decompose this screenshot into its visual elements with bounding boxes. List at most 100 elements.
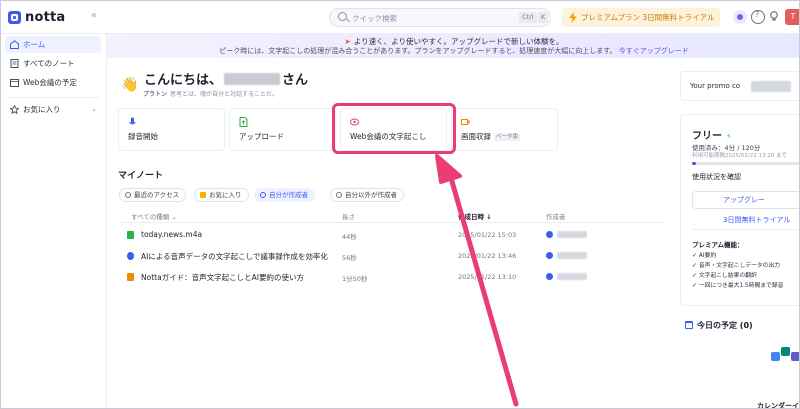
screen-record-card[interactable]: 画面収録 ベータ版: [451, 108, 558, 151]
column-creator: 作成者: [546, 213, 566, 221]
table-row[interactable]: AIによる音声データの文字起こしで議事録作成を効率化 56秒 2025/01/2…: [118, 247, 664, 267]
video-note-icon: [127, 273, 134, 281]
start-recording-card[interactable]: 録音開始: [118, 108, 225, 151]
column-type[interactable]: すべての種類 ⌄: [131, 211, 177, 221]
mic-icon: [129, 117, 136, 125]
promo-code-text: Your promo co: [690, 82, 741, 90]
meet-icon: [781, 347, 790, 356]
upgrade-banner: ➤ より速く、より使いやすく。アップグレードで新しい体験を。 ピーク時には、文字起…: [107, 34, 799, 58]
column-created[interactable]: 作成日時 ↓: [458, 211, 492, 221]
usage-reset-text: 利用可能期間2025/02/22 13:10 まで: [692, 153, 788, 159]
app-window: notta « クイック検索 Ctrl K プレミアムプラン 3日間無料トライア…: [0, 0, 800, 409]
ai-assistant-icon[interactable]: [733, 10, 747, 24]
table-row[interactable]: Nottaガイド：音声文字起こしとAI要約の使い方 1分50秒 2025/01/…: [118, 268, 664, 288]
home-icon: [10, 40, 19, 49]
star-icon: [200, 192, 206, 198]
redacted-creator: [557, 231, 587, 238]
creator-avatar: [546, 252, 553, 259]
sidebar-item-all-notes[interactable]: すべてのノート: [5, 55, 101, 72]
filter-created-by-others[interactable]: 自分以外が作成者: [330, 188, 404, 202]
teams-icon: [791, 352, 799, 361]
action-label-text: 画面収録: [461, 132, 491, 141]
note-length: 44秒: [342, 233, 357, 241]
sidebar-item-web-meetings[interactable]: Web会議の予定: [5, 74, 101, 91]
feature-item: 一回につき最大1.5時間まで録音: [692, 280, 784, 289]
filter-created-by-me[interactable]: 自分が作成者: [254, 188, 315, 202]
note-name: Nottaガイド：音声文字起こしとAI要約の使い方: [141, 273, 305, 282]
redacted-username: [224, 73, 281, 85]
note-length: 1分50秒: [342, 275, 368, 283]
banner-body: ピーク時には、文字起こしの処理が混み合うことがあります。プランをアップグレードす…: [107, 46, 799, 56]
sidebar: ホーム すべてのノート Web会議の予定 お気に入り ⌄: [1, 34, 107, 408]
upgrade-button[interactable]: アップグレー: [692, 191, 799, 209]
column-type-label: すべての種類: [131, 213, 170, 221]
beta-badge: ベータ版: [494, 133, 521, 141]
upgrade-now-link[interactable]: 今すぐアップグレード: [619, 47, 689, 55]
clock-icon: [125, 192, 131, 198]
upload-card[interactable]: アップロード: [229, 108, 336, 151]
filter-favorites[interactable]: お気に入り: [194, 188, 249, 202]
check-usage-link[interactable]: 使用状況を確認: [692, 172, 741, 182]
redacted-promo: [751, 81, 791, 92]
sidebar-divider: [7, 97, 99, 98]
note-icon: [10, 59, 19, 68]
greeting-suffix: さん: [282, 73, 309, 88]
screen-record-icon: [461, 119, 470, 125]
action-label: 画面収録 ベータ版: [461, 131, 521, 142]
collapse-sidebar-icon[interactable]: «: [91, 10, 97, 21]
table-divider: [118, 222, 664, 223]
creator-avatar: [546, 273, 553, 280]
chevron-down-icon[interactable]: ⌄: [91, 101, 97, 118]
filter-label: 自分が作成者: [269, 191, 308, 199]
filter-label: 自分以外が作成者: [345, 191, 397, 199]
calendar-icon: [685, 321, 693, 329]
calendar-icon: [10, 79, 19, 87]
note-length: 56秒: [342, 254, 357, 262]
feature-item: 音声・文字起こしデータの出力: [692, 260, 780, 269]
note-date: 2025/01/22 13:10: [458, 273, 517, 281]
user-avatar[interactable]: T: [785, 9, 799, 25]
redacted-creator: [557, 273, 587, 280]
top-bar: notta « クイック検索 Ctrl K プレミアムプラン 3日間無料トライア…: [1, 1, 799, 34]
sidebar-item-label: すべてのノート: [23, 59, 75, 68]
table-row[interactable]: today.news.m4a 44秒 2025/01/22 15:03: [118, 226, 664, 246]
plan-name-text: フリー: [692, 131, 722, 142]
note-name: AIによる音声データの文字起こしで議事録作成を効率化: [141, 252, 328, 261]
my-notes-title: マイノート: [118, 171, 164, 181]
sidebar-item-label: お気に入り: [23, 105, 61, 114]
plan-name: フリー ⚡: [692, 127, 732, 142]
calendar-event-text: カレンダーイベントを: [757, 402, 799, 409]
note-name: today.news.m4a: [141, 230, 203, 239]
audio-file-icon: [127, 231, 134, 239]
usage-progress-fill: [692, 162, 696, 165]
daily-quote: プラトン 思考とは、魂が自分と対話することだ。: [143, 89, 278, 98]
shortcut-ctrl: Ctrl: [519, 12, 537, 23]
usage-progress-bar: [692, 162, 799, 165]
greeting: こんにちは、 さん: [122, 69, 308, 88]
creator-avatar: [546, 231, 553, 238]
plan-divider: [692, 229, 799, 230]
action-label: アップロード: [239, 132, 284, 141]
lightbulb-icon[interactable]: [768, 10, 782, 24]
logo[interactable]: notta: [8, 9, 65, 25]
greeting-prefix: こんにちは、: [144, 73, 223, 88]
sidebar-item-favorites[interactable]: お気に入り ⌄: [5, 101, 101, 118]
premium-features-title: プレミアム機能：: [692, 241, 744, 249]
free-trial-link[interactable]: 3日間無料トライアル: [723, 215, 790, 225]
premium-trial-button[interactable]: プレミアムプラン 3日間無料トライアル: [562, 8, 720, 27]
sidebar-item-home[interactable]: ホーム: [5, 36, 101, 53]
filter-recent[interactable]: 最近のアクセス: [119, 188, 187, 202]
upload-file-icon: [239, 117, 248, 127]
users-icon: [336, 192, 342, 198]
star-icon: [10, 105, 19, 114]
today-schedule-text: 今日の予定 (0): [697, 321, 753, 330]
search-input[interactable]: クイック検索 Ctrl K: [329, 8, 551, 27]
promo-code-card[interactable]: Your promo co: [680, 71, 799, 101]
quote-text: 思考とは、魂が自分と対話することだ。: [170, 91, 278, 98]
action-label: 録音開始: [128, 132, 158, 141]
ai-note-icon: [127, 252, 134, 260]
banner-body-text: ピーク時には、文字起こしの処理が混み合うことがあります。プランをアップグレードす…: [219, 47, 617, 55]
logo-text: notta: [25, 9, 66, 25]
help-icon[interactable]: [751, 10, 765, 24]
premium-trial-label: プレミアムプラン 3日間無料トライアル: [581, 13, 715, 22]
